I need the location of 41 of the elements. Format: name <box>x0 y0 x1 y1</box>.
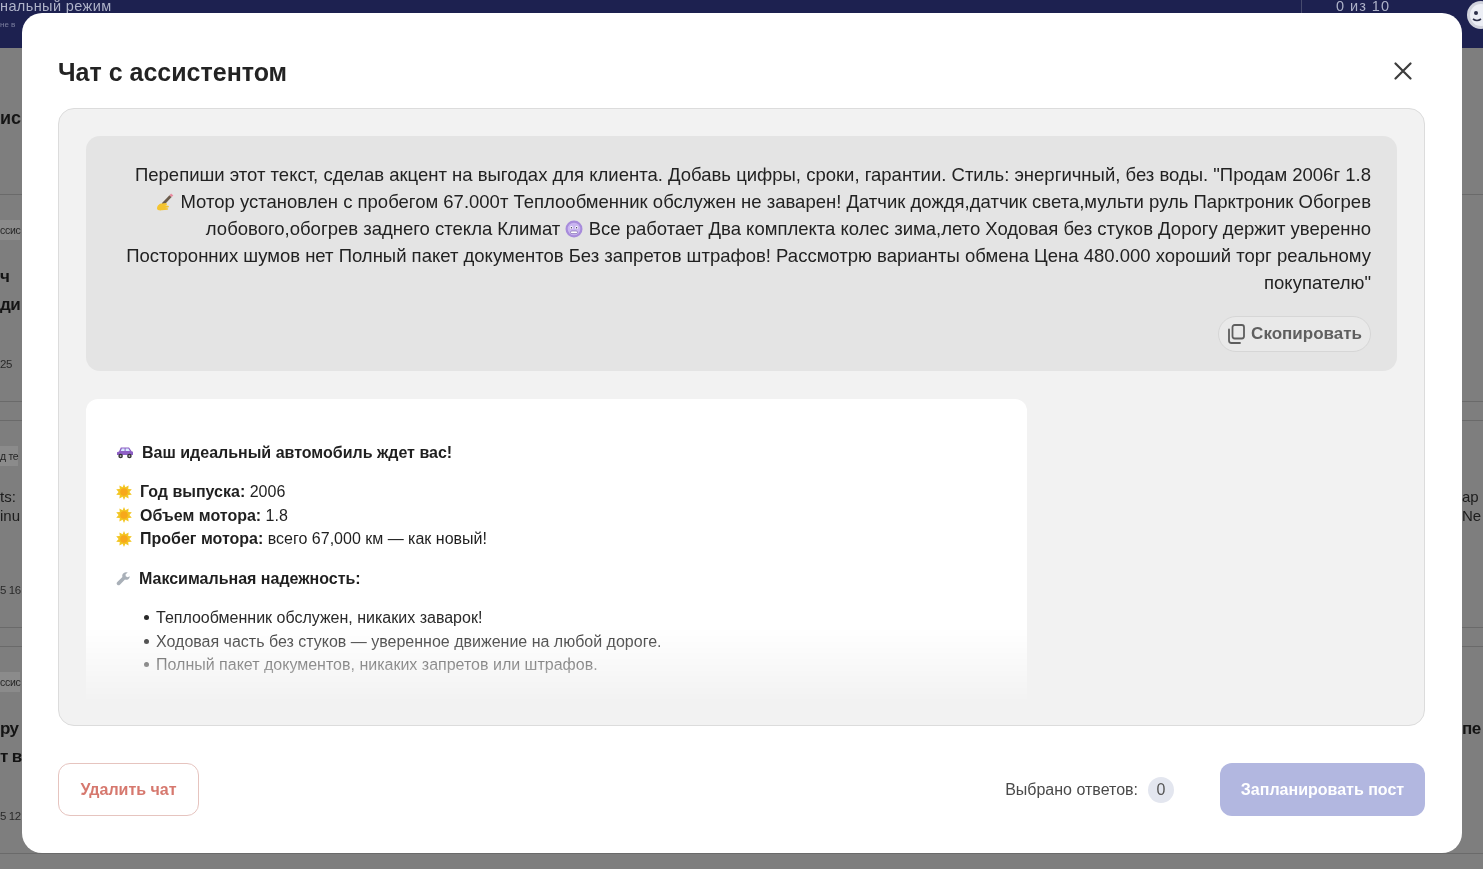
list-item: Ходовая часть без стуков — уверенное движение на любой дороге. <box>156 631 662 652</box>
writing-hand-icon <box>156 193 176 211</box>
sun-icon <box>116 483 132 500</box>
message-line: Год выпуска: 2006 <box>140 482 286 502</box>
dialog-title: Чат с ассистентом <box>58 57 288 88</box>
message-line: Пробег мотора: всего 67,000 км — как новый! <box>140 529 487 549</box>
selected-count-label: Выбрано ответов: <box>1005 780 1138 799</box>
card-date: 25 <box>0 357 12 372</box>
selected-count: 0 <box>1148 776 1174 803</box>
close-icon <box>1394 62 1412 80</box>
bullet-icon <box>144 638 149 644</box>
face-emoji-icon <box>565 220 584 238</box>
card-text: ts: inu <box>0 487 21 525</box>
card-title: ру т в <box>0 718 22 768</box>
category-tag: ссис <box>0 672 21 692</box>
message-line: Объем мотора: 1.8 <box>140 505 288 526</box>
card-title: пе <box>1462 718 1481 740</box>
delete-chat-button[interactable]: Удалить чат <box>58 763 199 816</box>
sun-icon <box>116 530 132 547</box>
copy-icon <box>1227 324 1246 344</box>
list-item: Теплообменник обслужен, никаких заварок! <box>156 608 483 628</box>
message-heading: Ваш идеальный автомобиль ждет вас! <box>142 443 453 463</box>
category-tag: ссис <box>0 220 21 240</box>
card-date: 5 12 <box>0 809 21 824</box>
car-icon <box>116 446 134 460</box>
page-heading: ис <box>0 107 22 130</box>
list-item: Полный пакет документов, никаких запретов или штрафов. <box>156 655 598 675</box>
card-text: ap Ne <box>1462 487 1482 525</box>
bullet-icon <box>144 662 149 668</box>
wrench-icon <box>116 571 131 587</box>
sun-icon <box>116 507 132 524</box>
category-tag: д те <box>0 446 19 466</box>
bullet-icon <box>144 615 149 621</box>
card-title: ч ди <box>0 266 21 316</box>
page-title: нальный режим <box>0 0 112 13</box>
card-date: 5 16 <box>0 583 21 598</box>
page-subtitle: не в <box>0 20 16 30</box>
message-heading: Максимальная надежность: <box>139 569 361 589</box>
copy-button[interactable]: Скопировать <box>1218 316 1371 352</box>
message-text: Перепиши этот текст, сделав акцент на выгодах для клиента. Добавь цифры, сроки, гарантии. Стиль: энергичный, без воды. "Продам 2006г 1.8 Мотор установлен с пробегом 67.000т Теплообменник обслужен не заварен! Датчик дождя,датчик света,мульти руль Парктроник Обогрев лобового,обогрев заднего стекла Климат Все работает Два комплекта колес зима,лето Ходовая без стуков Дорогу держит уверенно Посторонних шумов нет Полный пакет документов Без запретов штрафов! Рассмотрю варианты обмена Цена 480.000 хороший торг реальному покупателю" <box>125 163 1371 295</box>
progress-counter: 0 из 10 <box>1336 0 1390 13</box>
